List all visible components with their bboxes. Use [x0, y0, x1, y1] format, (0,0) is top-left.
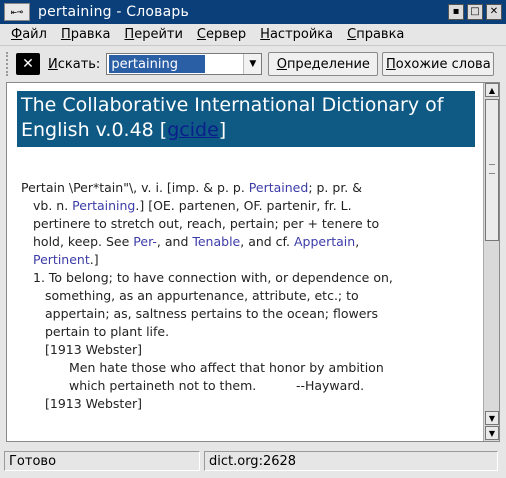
- toolbar: ✕ Искать: ▼ Определение Похожие слова: [0, 48, 506, 80]
- similar-words-button[interactable]: Похожие слова: [382, 52, 495, 76]
- window-title: pertaining - Словарь: [38, 4, 189, 20]
- definition-line: something, as an appurtenance, attribute…: [45, 288, 359, 303]
- server-address: dict.org:2628: [204, 451, 498, 471]
- menu-go[interactable]: Перейти: [117, 27, 190, 42]
- minimize-icon[interactable]: ▪: [448, 4, 464, 20]
- clear-search-icon[interactable]: ✕: [16, 53, 40, 75]
- vertical-scrollbar[interactable]: ▲ ▼ ▼: [483, 83, 499, 441]
- menu-file[interactable]: Файл: [4, 27, 54, 42]
- gcide-link[interactable]: gcide: [167, 119, 219, 141]
- xref-link[interactable]: Per-: [133, 234, 157, 249]
- search-combobox[interactable]: ▼: [106, 53, 263, 75]
- menu-bar: Файл Правка Перейти Сервер Настройка Спр…: [0, 24, 506, 46]
- title-bar[interactable]: ⇤⊸ pertaining - Словарь ▪ □ ✕: [0, 0, 506, 24]
- definition-text: Pertain \Per*tain"\, v. i. [imp. & p. p.…: [21, 179, 473, 413]
- entry-line: hold, keep. See Per-, and Tenable, and c…: [33, 234, 360, 249]
- entry-line: pertinere to stretch out, reach, pertain…: [33, 216, 380, 231]
- xref-link[interactable]: Tenable: [192, 234, 240, 249]
- menu-server[interactable]: Сервер: [190, 27, 253, 42]
- xref-link[interactable]: Pertaining: [72, 198, 135, 213]
- status-text: Готово: [4, 451, 200, 471]
- definition-view[interactable]: The Collaborative International Dictiona…: [6, 82, 500, 442]
- menu-help[interactable]: Справка: [340, 27, 411, 42]
- scrollbar-thumb[interactable]: [485, 99, 499, 241]
- dropdown-arrow-icon[interactable]: ▼: [243, 54, 262, 74]
- close-icon[interactable]: ✕: [486, 4, 502, 20]
- definition-line: 1. To belong; to have connection with, o…: [33, 270, 393, 285]
- xref-link[interactable]: Pertained: [249, 180, 309, 195]
- scroll-down-icon[interactable]: ▼: [485, 411, 499, 425]
- define-button[interactable]: Определение: [268, 52, 379, 76]
- search-input[interactable]: [109, 55, 206, 73]
- maximize-icon[interactable]: □: [467, 4, 483, 20]
- xref-link[interactable]: Pertinent: [33, 252, 90, 267]
- source-citation: [1913 Webster]: [45, 396, 143, 411]
- source-citation: [1913 Webster]: [45, 342, 143, 357]
- entry-line: Pertinent.]: [33, 252, 99, 267]
- dictionary-banner: The Collaborative International Dictiona…: [17, 91, 475, 147]
- quote-line: Men hate those who affect that honor by …: [69, 360, 384, 375]
- status-bar: Готово dict.org:2628: [0, 448, 506, 474]
- quote-line: which pertaineth not to them. --Hayward.: [69, 378, 365, 393]
- menu-settings[interactable]: Настройка: [253, 27, 340, 42]
- scroll-down-icon[interactable]: ▼: [485, 426, 499, 440]
- entry-line: vb. n. Pertaining.] [OE. partenen, OF. p…: [33, 198, 352, 213]
- definition-line: appertain; as, saltness pertains to the …: [45, 306, 379, 321]
- entry-line: Pertain \Per*tain"\, v. i. [imp. & p. p.…: [21, 180, 362, 195]
- scroll-up-icon[interactable]: ▲: [485, 83, 499, 97]
- search-label: Искать:: [48, 56, 101, 72]
- toolbar-grip[interactable]: [6, 52, 12, 76]
- definition-line: pertain to plant life.: [45, 324, 170, 339]
- menu-edit[interactable]: Правка: [54, 27, 117, 42]
- dictionary-app-icon[interactable]: ⇤⊸: [4, 3, 30, 21]
- xref-link[interactable]: Appertain: [294, 234, 355, 249]
